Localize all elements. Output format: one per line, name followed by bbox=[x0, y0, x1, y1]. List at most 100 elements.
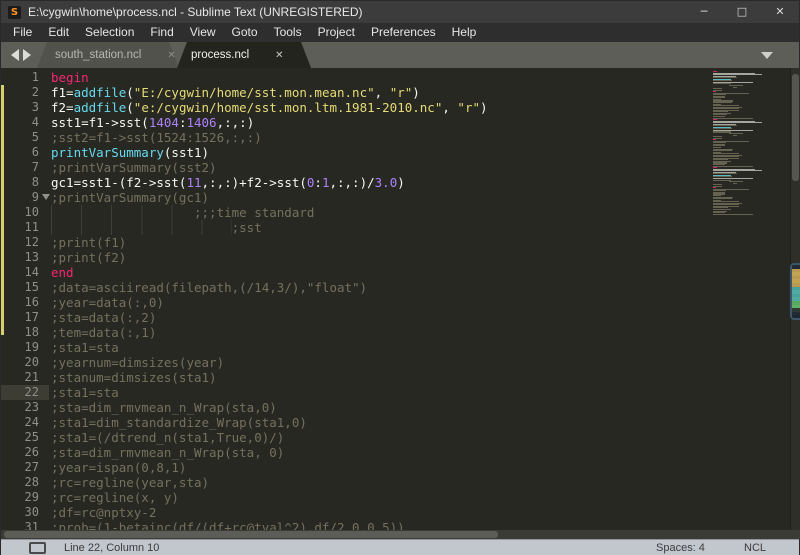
horizontal-scrollbar-thumb[interactable] bbox=[4, 531, 498, 538]
code-text: ;sta=dim_rmvmean_n_Wrap(sta,0) bbox=[51, 400, 277, 415]
code-line-22[interactable]: 22;sta1=sta bbox=[1, 385, 791, 400]
tab-scroll-right-icon[interactable] bbox=[23, 49, 31, 61]
code-text: ;print(f2) bbox=[51, 250, 126, 265]
line-number: 30 bbox=[1, 505, 39, 520]
line-number: 8 bbox=[1, 175, 39, 190]
tab-scroll-left-icon[interactable] bbox=[11, 49, 19, 61]
line-number: 7 bbox=[1, 160, 39, 175]
vintage-mode-icon[interactable] bbox=[29, 542, 46, 554]
code-line-23[interactable]: 23;sta=dim_rmvmean_n_Wrap(sta,0) bbox=[1, 400, 791, 415]
code-text: f1=addfile("E:/cygwin/home/sst.mon.mean.… bbox=[51, 85, 420, 100]
line-number: 24 bbox=[1, 415, 39, 430]
code-line-4[interactable]: 4sst1=f1->sst(1404:1406,:,:) bbox=[1, 115, 791, 130]
code-line-8[interactable]: 8 gc1=sst1-(f2->sst(11,:,:)+f2->sst(0:1,:… bbox=[1, 175, 791, 190]
line-number: 20 bbox=[1, 355, 39, 370]
code-line-21[interactable]: 21;stanum=dimsizes(sta1) bbox=[1, 370, 791, 385]
vertical-scrollbar-thumb[interactable] bbox=[792, 74, 799, 181]
code-line-28[interactable]: 28;rc=regline(year,sta) bbox=[1, 475, 791, 490]
code-area[interactable]: 1begin2 f1=addfile("E:/cygwin/home/sst.mo… bbox=[1, 70, 791, 535]
menu-item-file[interactable]: File bbox=[5, 23, 40, 42]
minimize-button[interactable]: ─ bbox=[685, 1, 723, 23]
menu-item-goto[interactable]: Goto bbox=[224, 23, 266, 42]
code-line-27[interactable]: 27;year=ispan(0,8,1) bbox=[1, 460, 791, 475]
code-line-1[interactable]: 1begin bbox=[1, 70, 791, 85]
line-number: 3 bbox=[1, 100, 39, 115]
code-line-11[interactable]: 11 ;sst bbox=[1, 220, 791, 235]
code-line-9[interactable]: 9;printVarSummary(gc1) bbox=[1, 190, 791, 205]
menu-item-selection[interactable]: Selection bbox=[77, 23, 142, 42]
line-number: 29 bbox=[1, 490, 39, 505]
code-text: ;rc=regline(x, y) bbox=[51, 490, 179, 505]
menu-item-help[interactable]: Help bbox=[444, 23, 485, 42]
code-line-18[interactable]: 18;tem=data(:,1) bbox=[1, 325, 791, 340]
tab-overflow-menu-icon[interactable] bbox=[761, 52, 773, 59]
code-text: ;sta=dim_rmvmean_n_Wrap(sta, 0) bbox=[51, 445, 284, 460]
code-line-24[interactable]: 24;sta1=dim_standardize_Wrap(sta1,0) bbox=[1, 415, 791, 430]
code-text: ;sst2=f1->sst(1524:1526,:,:) bbox=[51, 130, 262, 145]
code-line-10[interactable]: 10 ;;;time standard bbox=[1, 205, 791, 220]
tab-close-icon[interactable]: ✕ bbox=[275, 50, 283, 61]
line-number: 26 bbox=[1, 445, 39, 460]
code-line-13[interactable]: 13 ;print(f2) bbox=[1, 250, 791, 265]
tab-process[interactable]: process.ncl ✕ bbox=[177, 42, 311, 68]
code-text: ;yearnum=dimsizes(year) bbox=[51, 355, 224, 370]
cursor-position: Line 22, Column 10 bbox=[64, 542, 159, 554]
code-text: gc1=sst1-(f2->sst(11,:,:)+f2->sst(0:1,:,… bbox=[51, 175, 405, 190]
status-bar: Line 22, Column 10 Spaces: 4 NCL bbox=[1, 539, 799, 555]
syntax-name[interactable]: NCL bbox=[744, 542, 766, 554]
code-line-7[interactable]: 7;printVarSummary(sst2) bbox=[1, 160, 791, 175]
menu-item-tools[interactable]: Tools bbox=[266, 23, 310, 42]
code-line-20[interactable]: 20 ;yearnum=dimsizes(year) bbox=[1, 355, 791, 370]
line-number: 14 bbox=[1, 265, 39, 280]
line-number: 1 bbox=[1, 70, 39, 85]
code-line-12[interactable]: 12;print(f1) bbox=[1, 235, 791, 250]
line-number: 28 bbox=[1, 475, 39, 490]
tab-label: process.ncl bbox=[191, 49, 249, 61]
menu-item-view[interactable]: View bbox=[182, 23, 224, 42]
code-line-5[interactable]: 5;sst2=f1->sst(1524:1526,:,:) bbox=[1, 130, 791, 145]
menu-item-find[interactable]: Find bbox=[142, 23, 181, 42]
code-line-16[interactable]: 16 ;year=data(:,0) bbox=[1, 295, 791, 310]
code-line-29[interactable]: 29 ;rc=regline(x, y) bbox=[1, 490, 791, 505]
code-text: ;year=data(:,0) bbox=[51, 295, 164, 310]
line-number: 12 bbox=[1, 235, 39, 250]
close-button[interactable]: ✕ bbox=[761, 1, 799, 23]
line-number: 2 bbox=[1, 85, 39, 100]
minimap[interactable] bbox=[711, 68, 790, 530]
line-number: 15 bbox=[1, 280, 39, 295]
horizontal-scrollbar[interactable] bbox=[1, 530, 800, 539]
code-line-3[interactable]: 3f2=addfile("e:/cygwin/home/sst.mon.ltm.… bbox=[1, 100, 791, 115]
code-text: sst1=f1->sst(1404:1406,:,:) bbox=[51, 115, 254, 130]
minimap-line bbox=[733, 183, 736, 184]
code-line-25[interactable]: 25;sta1=(/dtrend_n(sta1,True,0)/) bbox=[1, 430, 791, 445]
maximize-button[interactable]: □ bbox=[723, 1, 761, 23]
code-line-14[interactable]: 14end bbox=[1, 265, 791, 280]
line-number: 19 bbox=[1, 340, 39, 355]
sublime-window: S E:\cygwin\home\process.ncl - Sublime T… bbox=[0, 0, 800, 555]
line-number: 16 bbox=[1, 295, 39, 310]
tab-south-station[interactable]: south_station.ncl ✕ bbox=[37, 42, 179, 68]
indentation-setting[interactable]: Spaces: 4 bbox=[656, 542, 705, 554]
fold-arrow-icon[interactable] bbox=[42, 194, 50, 200]
code-line-19[interactable]: 19;sta1=sta bbox=[1, 340, 791, 355]
code-line-2[interactable]: 2 f1=addfile("E:/cygwin/home/sst.mon.mean… bbox=[1, 85, 791, 100]
editor-pane[interactable]: 1begin2 f1=addfile("E:/cygwin/home/sst.mo… bbox=[1, 68, 800, 530]
code-text: printVarSummary(sst1) bbox=[51, 145, 209, 160]
tab-label: south_station.ncl bbox=[55, 49, 141, 61]
code-line-30[interactable]: 30;df=rc@nptxy-2 bbox=[1, 505, 791, 520]
window-title: E:\cygwin\home\process.ncl - Sublime Tex… bbox=[28, 5, 363, 19]
menu-item-edit[interactable]: Edit bbox=[40, 23, 77, 42]
line-number: 13 bbox=[1, 250, 39, 265]
window-controls: ─ □ ✕ bbox=[685, 1, 799, 23]
title-bar[interactable]: S E:\cygwin\home\process.ncl - Sublime T… bbox=[1, 1, 799, 23]
tab-close-icon[interactable]: ✕ bbox=[167, 50, 175, 61]
menu-item-project[interactable]: Project bbox=[310, 23, 363, 42]
code-line-26[interactable]: 26 ;sta=dim_rmvmean_n_Wrap(sta, 0) bbox=[1, 445, 791, 460]
code-line-17[interactable]: 17;sta=data(:,2) bbox=[1, 310, 791, 325]
minimap-line bbox=[713, 214, 753, 215]
code-line-6[interactable]: 6printVarSummary(sst1) bbox=[1, 145, 791, 160]
menu-item-preferences[interactable]: Preferences bbox=[363, 23, 444, 42]
line-number: 21 bbox=[1, 370, 39, 385]
code-line-15[interactable]: 15;data=asciiread(filepath,(/14,3/),"flo… bbox=[1, 280, 791, 295]
code-text: ;tem=data(:,1) bbox=[51, 325, 156, 340]
